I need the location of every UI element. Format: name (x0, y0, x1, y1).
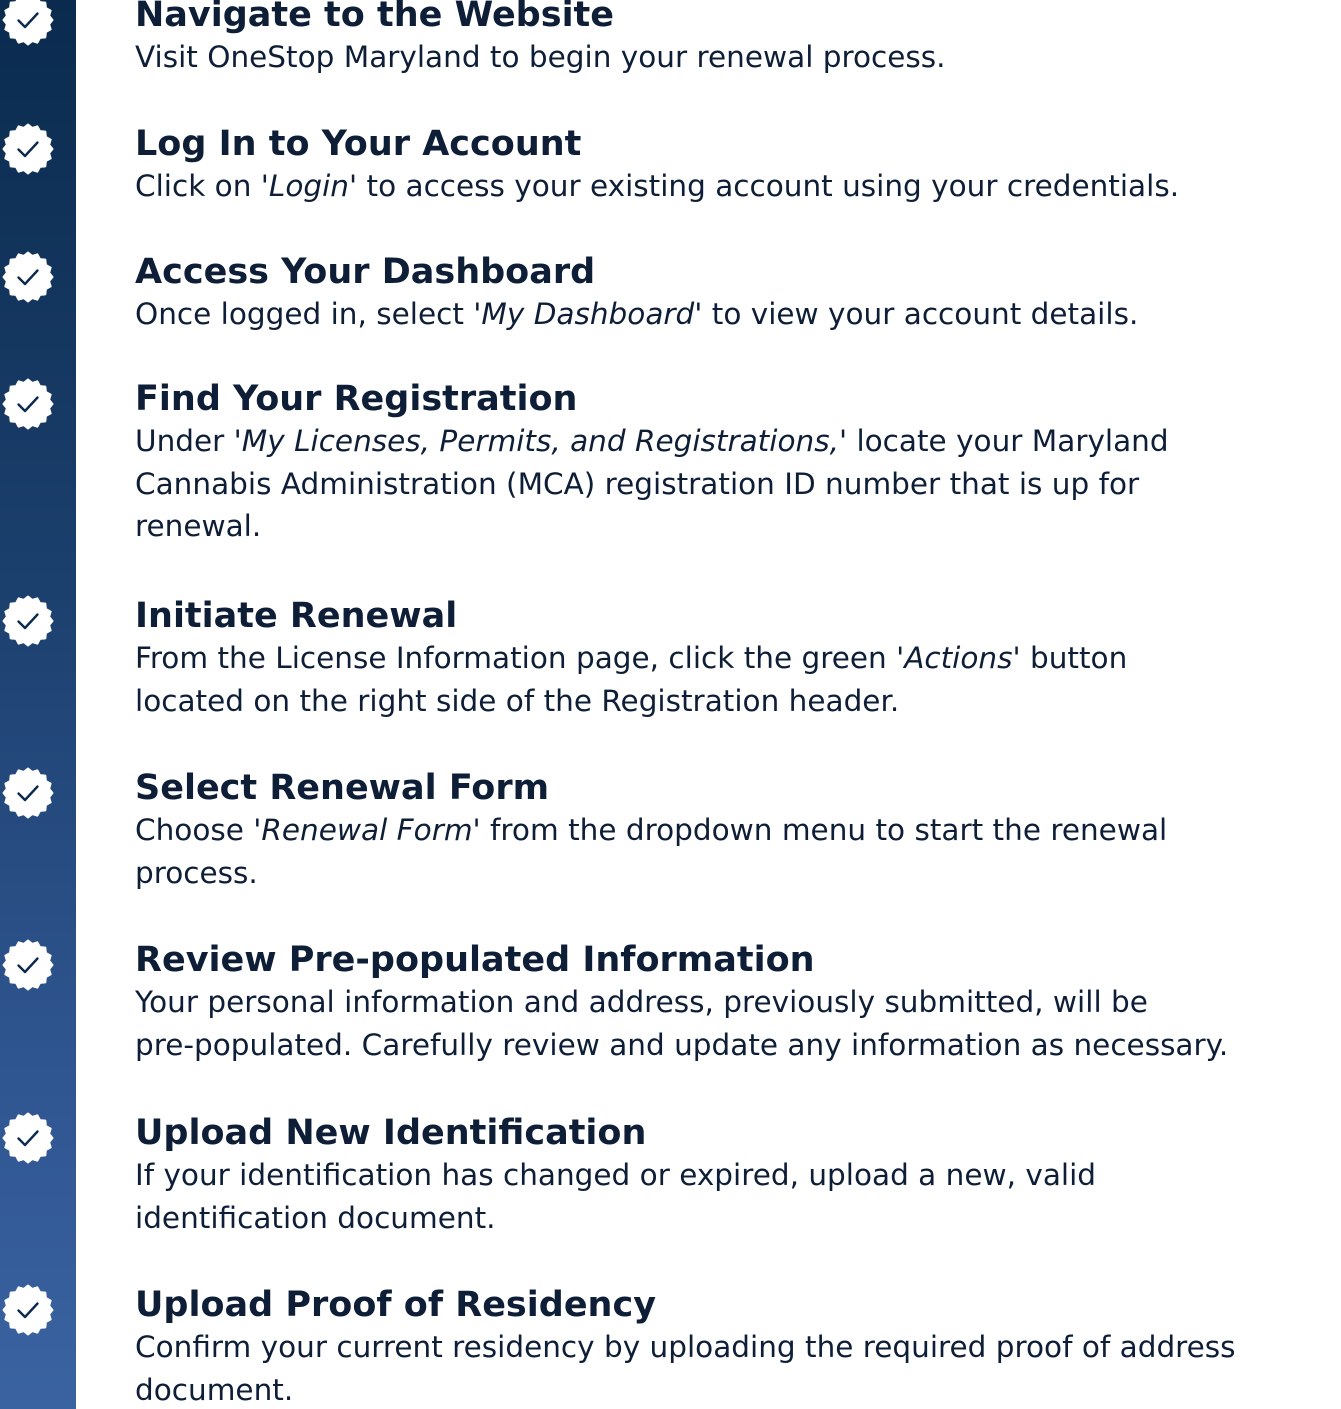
step-title: Review Pre-populated Information (135, 940, 815, 980)
step-title: Initiate Renewal (135, 596, 458, 636)
step-description-line: Your personal information and address, p… (135, 985, 1148, 1019)
step-description-line: If your identification has changed or ex… (135, 1158, 1097, 1192)
step-description-line: document. (135, 1372, 294, 1407)
check-badge-icon (2, 123, 54, 175)
step-7: Review Pre-populated Information Your pe… (135, 939, 1335, 1066)
step-title: Access Your Dashboard (135, 252, 596, 292)
step-description-line: Choose 'Renewal Form' from the dropdown … (135, 813, 1168, 847)
step-title: Find Your Registration (135, 379, 578, 419)
step-title: Select Renewal Form (135, 768, 550, 808)
step-description-line: Cannabis Administration (MCA) registrati… (135, 466, 1140, 501)
step-description-line: identification document. (135, 1200, 496, 1235)
step-description-line: Click on 'Login' to access your existing… (135, 169, 1180, 203)
step-description-line: Under 'My Licenses, Permits, and Registr… (135, 424, 1169, 458)
step-description-line: Visit OneStop Maryland to begin your ren… (135, 40, 946, 74)
step-3: Access Your Dashboard Once logged in, se… (135, 251, 1335, 336)
step-9: Upload Proof of Residency Confirm your c… (135, 1284, 1335, 1409)
step-description-line: From the License Information page, click… (135, 641, 1128, 675)
step-8: Upload New Identification If your identi… (135, 1112, 1335, 1239)
step-2: Log In to Your Account Click on 'Login' … (135, 123, 1335, 208)
check-badge-icon (2, 0, 54, 46)
step-title: Navigate to the Website (135, 0, 615, 35)
step-1: Navigate to the Website Visit OneStop Ma… (135, 0, 1335, 79)
step-6: Select Renewal Form Choose 'Renewal Form… (135, 767, 1335, 894)
step-description-line: renewal. (135, 509, 262, 543)
check-badge-icon (2, 1112, 54, 1164)
check-badge-icon (2, 767, 54, 819)
step-description-line: located on the right side of the Registr… (135, 683, 900, 718)
step-title: Upload Proof of Residency (135, 1285, 657, 1325)
step-4: Find Your Registration Under 'My License… (135, 378, 1335, 548)
check-badge-icon (2, 1284, 54, 1336)
renewal-steps-page: Navigate to the Website Visit OneStop Ma… (0, 0, 1341, 1409)
check-badge-icon (2, 595, 54, 647)
step-title: Upload New Identification (135, 1113, 647, 1153)
progress-rail (0, 0, 76, 1409)
step-description-line: Confirm your current residency by upload… (135, 1330, 1236, 1364)
step-description-line: Once logged in, select 'My Dashboard' to… (135, 297, 1139, 331)
step-5: Initiate Renewal From the License Inform… (135, 595, 1335, 722)
check-badge-icon (2, 251, 54, 303)
check-badge-icon (2, 939, 54, 991)
step-title: Log In to Your Account (135, 124, 582, 164)
step-description-line: pre-populated. Carefully review and upda… (135, 1027, 1229, 1062)
step-description-line: process. (135, 855, 258, 890)
check-badge-icon (2, 378, 54, 430)
